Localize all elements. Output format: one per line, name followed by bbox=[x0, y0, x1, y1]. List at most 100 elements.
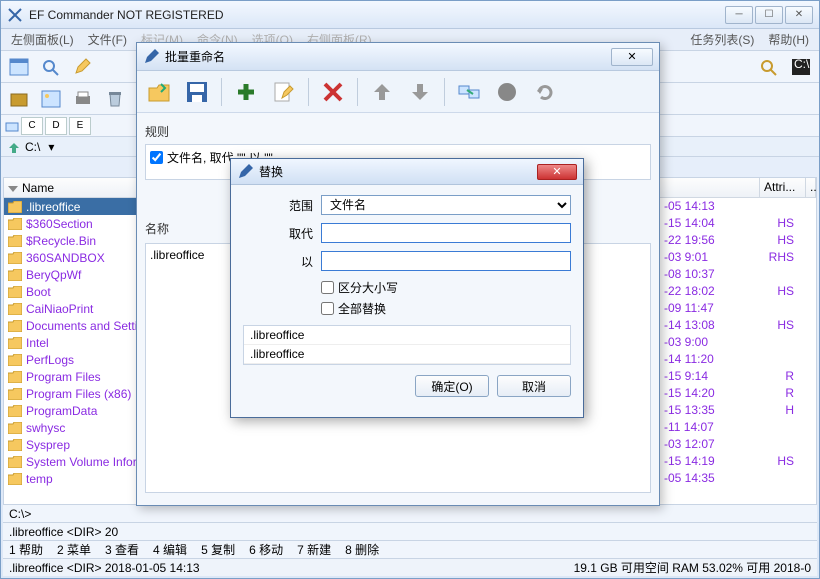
right-row[interactable]: -15 14:04HS bbox=[660, 215, 816, 232]
file-row[interactable]: ProgramData bbox=[4, 402, 136, 419]
right-row[interactable]: -03 12:07 bbox=[660, 436, 816, 453]
right-row[interactable]: -11 14:07 bbox=[660, 419, 816, 436]
cancel-button[interactable]: 取消 bbox=[497, 375, 571, 397]
menu-help[interactable]: 帮助(H) bbox=[762, 29, 815, 50]
all-checkbox[interactable] bbox=[321, 302, 334, 315]
file-row[interactable]: BeryQpWf bbox=[4, 266, 136, 283]
cmd-prompt-text[interactable]: C:\> bbox=[9, 507, 31, 521]
menu-task-list[interactable]: 任务列表(S) bbox=[684, 29, 760, 50]
rename-tb-delete-icon[interactable] bbox=[317, 76, 349, 108]
right-row[interactable]: -14 11:20 bbox=[660, 351, 816, 368]
file-row[interactable]: PerfLogs bbox=[4, 351, 136, 368]
tb-pack-icon[interactable] bbox=[5, 86, 33, 112]
rename-tb-stop-icon[interactable] bbox=[491, 76, 523, 108]
drive-c[interactable]: C bbox=[21, 117, 43, 135]
menu-file[interactable]: 文件(F) bbox=[82, 29, 133, 50]
right-row[interactable]: -14 13:08HS bbox=[660, 317, 816, 334]
tb-find-icon[interactable] bbox=[755, 54, 783, 80]
rename-tb-apply-icon[interactable] bbox=[453, 76, 485, 108]
file-row[interactable]: temp bbox=[4, 470, 136, 487]
tb-print-icon[interactable] bbox=[69, 86, 97, 112]
f7-new[interactable]: 7 新建 bbox=[297, 541, 331, 558]
right-row[interactable]: -15 14:20R bbox=[660, 385, 816, 402]
with-input[interactable] bbox=[321, 251, 571, 271]
fkey-bar: 1 帮助 2 菜单 3 查看 4 编辑 5 复制 6 移动 7 新建 8 删除 bbox=[3, 540, 817, 558]
ok-button[interactable]: 确定(O) bbox=[415, 375, 489, 397]
drive-e[interactable]: E bbox=[69, 117, 91, 135]
right-row[interactable]: -03 9:01RHS bbox=[660, 249, 816, 266]
f5-copy[interactable]: 5 复制 bbox=[201, 541, 235, 558]
right-row[interactable]: -15 13:35H bbox=[660, 402, 816, 419]
menu-left-panel[interactable]: 左侧面板(L) bbox=[5, 29, 80, 50]
f6-move[interactable]: 6 移动 bbox=[249, 541, 283, 558]
rule-checkbox[interactable] bbox=[150, 151, 163, 164]
right-row[interactable]: -15 14:19HS bbox=[660, 453, 816, 470]
file-row[interactable]: System Volume Inform bbox=[4, 453, 136, 470]
col-attri[interactable]: Attri... bbox=[760, 178, 806, 197]
replace-icon bbox=[237, 164, 253, 180]
tb-trash-icon[interactable] bbox=[101, 86, 129, 112]
file-row[interactable]: Boot bbox=[4, 283, 136, 300]
tb-panel-icon[interactable] bbox=[5, 54, 33, 80]
rename-tb-up-icon[interactable] bbox=[366, 76, 398, 108]
rename-tb-save-icon[interactable] bbox=[181, 76, 213, 108]
f8-del[interactable]: 8 删除 bbox=[345, 541, 379, 558]
file-row[interactable]: CaiNiaoPrint bbox=[4, 300, 136, 317]
scope-select[interactable]: 文件名 bbox=[321, 195, 571, 215]
right-row[interactable]: -22 19:56HS bbox=[660, 232, 816, 249]
right-row[interactable]: -05 14:35 bbox=[660, 470, 816, 487]
replace-close-button[interactable]: ✕ bbox=[537, 164, 577, 180]
find-input[interactable] bbox=[321, 223, 571, 243]
file-row[interactable]: $Recycle.Bin bbox=[4, 232, 136, 249]
right-row[interactable]: -03 9:00 bbox=[660, 334, 816, 351]
left-col-header[interactable]: Name bbox=[4, 178, 136, 198]
col-extra[interactable]: .. bbox=[806, 178, 816, 197]
right-row[interactable]: -22 18:02HS bbox=[660, 283, 816, 300]
app-icon bbox=[7, 7, 23, 23]
rename-tb-down-icon[interactable] bbox=[404, 76, 436, 108]
file-row[interactable]: Program Files bbox=[4, 368, 136, 385]
tb-search-icon[interactable] bbox=[37, 54, 65, 80]
col-date[interactable] bbox=[660, 178, 760, 197]
case-checkbox[interactable] bbox=[321, 281, 334, 294]
status-file: .libreoffice <DIR> 2018-01-05 14:13 bbox=[9, 561, 200, 575]
replace-title-bar: 替换 ✕ bbox=[231, 159, 583, 185]
rename-tb-add-icon[interactable] bbox=[230, 76, 262, 108]
close-button[interactable]: ✕ bbox=[785, 6, 813, 24]
f2-menu[interactable]: 2 菜单 bbox=[57, 541, 91, 558]
tb-edit-icon[interactable] bbox=[69, 54, 97, 80]
drive-d[interactable]: D bbox=[45, 117, 67, 135]
file-row[interactable]: Documents and Settin bbox=[4, 317, 136, 334]
file-row[interactable]: swhysc bbox=[4, 419, 136, 436]
tb-image-icon[interactable] bbox=[37, 86, 65, 112]
rename-close-button[interactable]: ✕ bbox=[611, 48, 653, 66]
file-row[interactable]: Sysprep bbox=[4, 436, 136, 453]
with-label: 以 bbox=[243, 253, 313, 270]
f4-edit[interactable]: 4 编辑 bbox=[153, 541, 187, 558]
f1-help[interactable]: 1 帮助 bbox=[9, 541, 43, 558]
minimize-button[interactable]: ─ bbox=[725, 6, 753, 24]
right-row[interactable]: -08 10:37 bbox=[660, 266, 816, 283]
maximize-button[interactable]: ☐ bbox=[755, 6, 783, 24]
main-title-text: EF Commander NOT REGISTERED bbox=[29, 8, 725, 22]
right-row[interactable]: -05 14:13 bbox=[660, 198, 816, 215]
rename-tb-open-icon[interactable] bbox=[143, 76, 175, 108]
drive-icon bbox=[5, 119, 19, 133]
replace-preview-2: .libreoffice bbox=[244, 345, 570, 364]
right-row[interactable]: -15 9:14R bbox=[660, 368, 816, 385]
file-row[interactable]: Intel bbox=[4, 334, 136, 351]
right-row[interactable]: -09 11:47 bbox=[660, 300, 816, 317]
tb-console-icon[interactable]: C:\ bbox=[787, 54, 815, 80]
up-folder-icon[interactable] bbox=[7, 140, 21, 154]
f3-view[interactable]: 3 查看 bbox=[105, 541, 139, 558]
file-list[interactable]: .libreoffice$360Section$Recycle.Bin360SA… bbox=[4, 198, 136, 521]
file-row[interactable]: Program Files (x86) bbox=[4, 385, 136, 402]
main-title-bar: EF Commander NOT REGISTERED ─ ☐ ✕ bbox=[1, 1, 819, 29]
right-rows[interactable]: -05 14:13-15 14:04HS-22 19:56HS-03 9:01R… bbox=[660, 198, 816, 487]
rename-title-text: 批量重命名 bbox=[165, 48, 611, 65]
rename-tb-edit-icon[interactable] bbox=[268, 76, 300, 108]
file-row[interactable]: .libreoffice bbox=[4, 198, 136, 215]
rename-tb-undo-icon[interactable] bbox=[529, 76, 561, 108]
file-row[interactable]: 360SANDBOX bbox=[4, 249, 136, 266]
file-row[interactable]: $360Section bbox=[4, 215, 136, 232]
